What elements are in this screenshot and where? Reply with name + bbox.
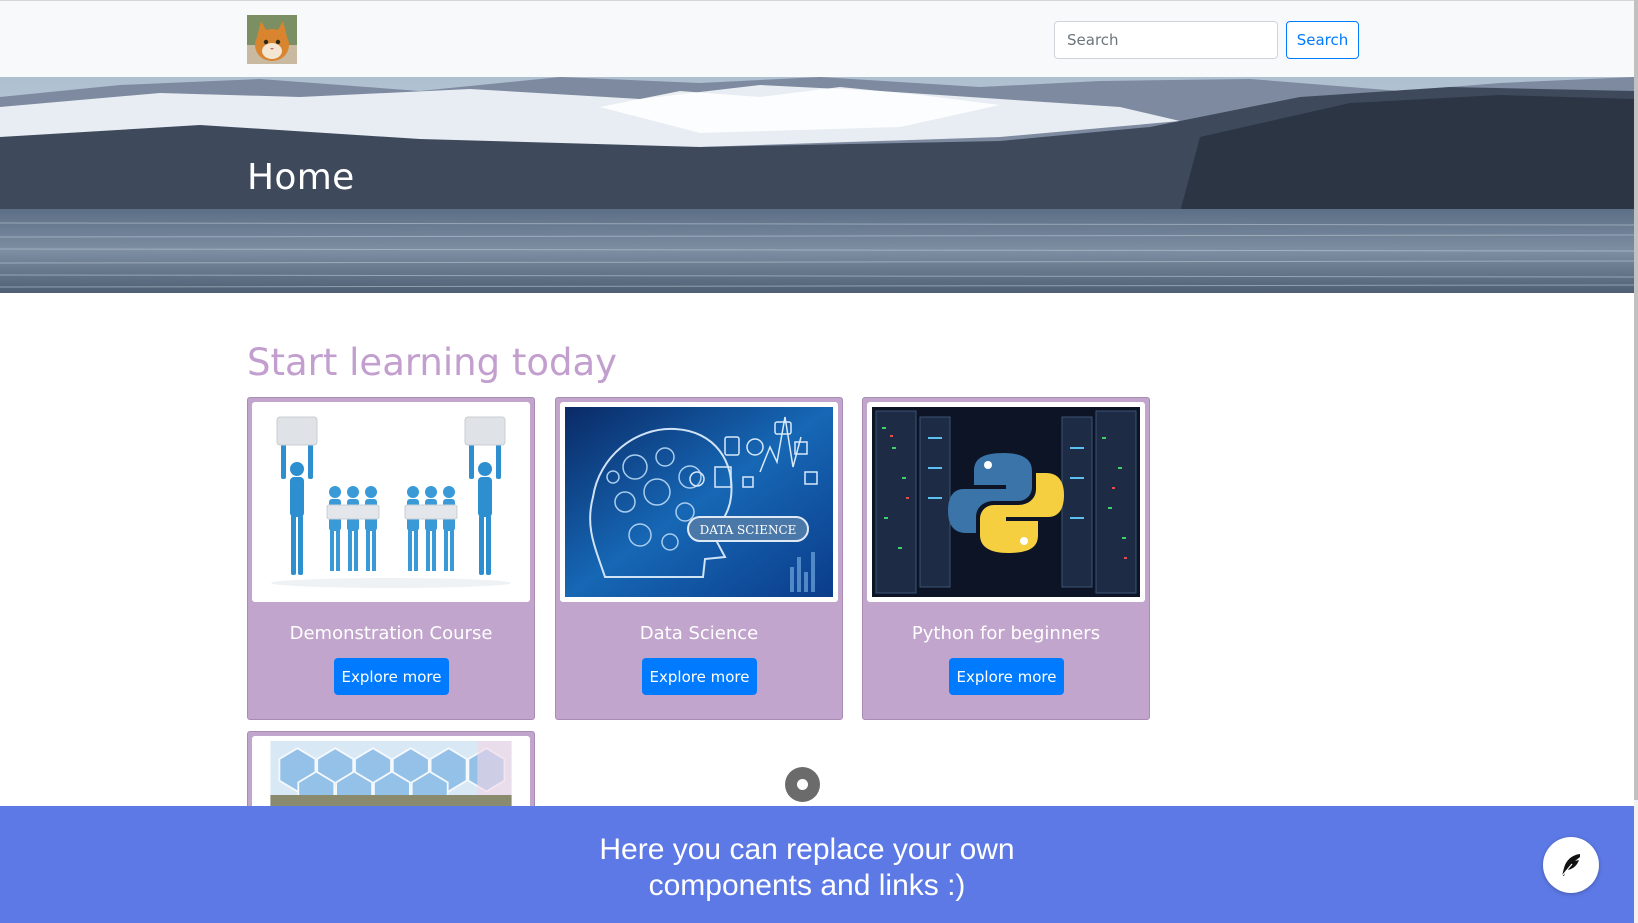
course-title: Data Science	[639, 623, 759, 644]
page-title: Home	[247, 157, 355, 198]
footer-line-2: components and links :)	[648, 869, 966, 902]
search-input[interactable]	[1054, 21, 1278, 59]
hero-banner: Home	[0, 77, 1634, 293]
course-image-frame	[867, 402, 1145, 602]
data-science-image: DATA SCIENCE	[565, 407, 833, 597]
feather-button[interactable]	[1543, 837, 1599, 893]
course-image-frame	[252, 402, 530, 602]
course-title: Python for beginners	[911, 623, 1101, 644]
scrollbar-thumb[interactable]	[1634, 0, 1638, 800]
top-navbar: Search	[0, 0, 1634, 77]
explore-more-button[interactable]: Explore more	[334, 658, 449, 695]
feather-icon	[1561, 854, 1580, 877]
footer-banner: Here you can replace your own components…	[0, 806, 1634, 923]
loading-spinner-icon	[785, 767, 820, 802]
data-science-image-text: DATA SCIENCE	[700, 523, 797, 537]
course-card-python: Python for beginners Explore more	[862, 397, 1150, 720]
puzzle-people-image	[257, 407, 525, 597]
explore-more-button[interactable]: Explore more	[642, 658, 757, 695]
course-image-frame: DATA SCIENCE	[560, 402, 838, 602]
course-card-data-science: DATA SCIENCE Data Science Explore more	[555, 397, 843, 720]
footer-message: Here you can replace your own components…	[517, 832, 1097, 904]
course-title: Demonstration Course	[289, 623, 493, 644]
footer-line-1: Here you can replace your own	[599, 833, 1015, 866]
section-title: Start learning today	[247, 341, 618, 384]
mountain-lake-image	[0, 77, 1634, 293]
course-card-demonstration: Demonstration Course Explore more	[247, 397, 535, 720]
explore-more-button[interactable]: Explore more	[949, 658, 1064, 695]
search-button[interactable]: Search	[1286, 21, 1359, 59]
python-servers-image	[872, 407, 1140, 597]
cat-logo-image[interactable]	[247, 15, 297, 64]
